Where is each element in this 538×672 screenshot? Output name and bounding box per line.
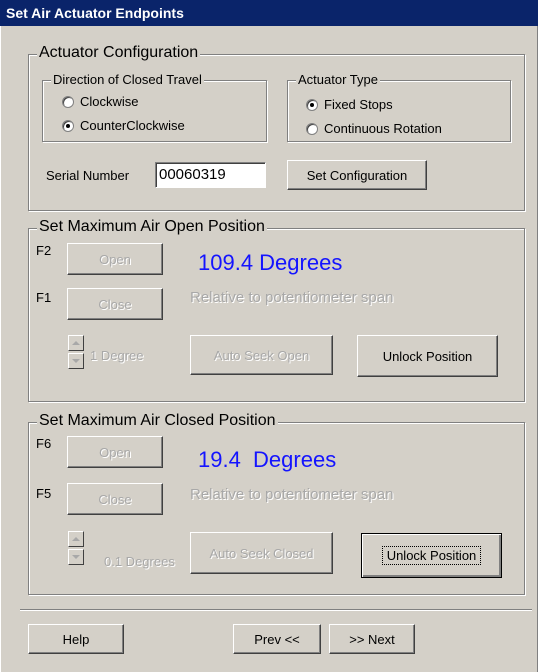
help-button[interactable]: Help [28, 624, 124, 654]
arrow-down-icon [72, 359, 80, 363]
open-position-legend: Set Maximum Air Open Position [37, 218, 267, 236]
prev-button[interactable]: Prev << [233, 624, 321, 654]
step-size-label: 1 Degree [90, 348, 144, 363]
auto-seek-closed-button[interactable]: Auto Seek Closed [190, 532, 333, 574]
set-configuration-button[interactable]: Set Configuration [287, 160, 427, 190]
footer-separator [20, 609, 532, 611]
radio-fixed-stops-label: Fixed Stops [324, 97, 393, 112]
open-degrees-readout: 109.4 Degrees [198, 250, 343, 275]
f1-key-label: F1 [36, 290, 52, 305]
unlock-position-button[interactable]: Unlock Position [357, 335, 498, 377]
closed-unlock-position-label: Unlock Position [381, 546, 482, 565]
closed-step-size-label: 0.1 Degrees [104, 554, 175, 569]
auto-seek-open-button[interactable]: Auto Seek Open [190, 335, 333, 375]
serial-number-label: Serial Number [46, 168, 130, 183]
arrow-down-icon [72, 555, 80, 559]
radio-continuous-rotation[interactable]: Continuous Rotation [306, 121, 442, 136]
radio-button-checked-icon [62, 119, 74, 132]
closed-position-legend: Set Maximum Air Closed Position [37, 412, 278, 430]
radio-continuous-rotation-label: Continuous Rotation [324, 121, 442, 136]
serial-number-field[interactable]: 00060319 [155, 162, 266, 188]
radio-clockwise-label: Clockwise [80, 94, 139, 109]
direction-legend: Direction of Closed Travel [51, 71, 204, 89]
f5-key-label: F5 [36, 486, 52, 501]
step-down-button[interactable] [68, 353, 84, 369]
window-title: Set Air Actuator Endpoints [0, 0, 538, 26]
actuator-type-legend: Actuator Type [296, 71, 380, 89]
arrow-up-icon [72, 537, 80, 541]
relative-span-text: Relative to potentiometer span [190, 289, 394, 306]
radio-counterclockwise[interactable]: CounterClockwise [62, 118, 185, 133]
closed-open-button[interactable]: Open [67, 436, 163, 468]
closed-step-up-button[interactable] [68, 531, 84, 547]
radio-button-icon [62, 95, 74, 108]
closed-degrees-readout: 19.4 Degrees [198, 447, 337, 472]
close-button[interactable]: Close [67, 288, 163, 320]
arrow-up-icon [72, 341, 80, 345]
closed-step-down-button[interactable] [68, 549, 84, 565]
actuator-configuration-legend: Actuator Configuration [37, 44, 201, 62]
radio-button-checked-icon [306, 98, 318, 111]
f6-key-label: F6 [36, 436, 52, 451]
next-button[interactable]: >> Next [329, 624, 415, 654]
closed-unlock-position-button[interactable]: Unlock Position [361, 533, 502, 578]
closed-relative-span-text: Relative to potentiometer span [190, 486, 394, 503]
open-button[interactable]: Open [67, 243, 163, 275]
f2-key-label: F2 [36, 243, 52, 258]
radio-counterclockwise-label: CounterClockwise [80, 118, 185, 133]
radio-button-icon [306, 122, 318, 135]
radio-clockwise[interactable]: Clockwise [62, 94, 139, 109]
radio-fixed-stops[interactable]: Fixed Stops [306, 97, 393, 112]
closed-close-button[interactable]: Close [67, 483, 163, 515]
step-up-button[interactable] [68, 335, 84, 351]
